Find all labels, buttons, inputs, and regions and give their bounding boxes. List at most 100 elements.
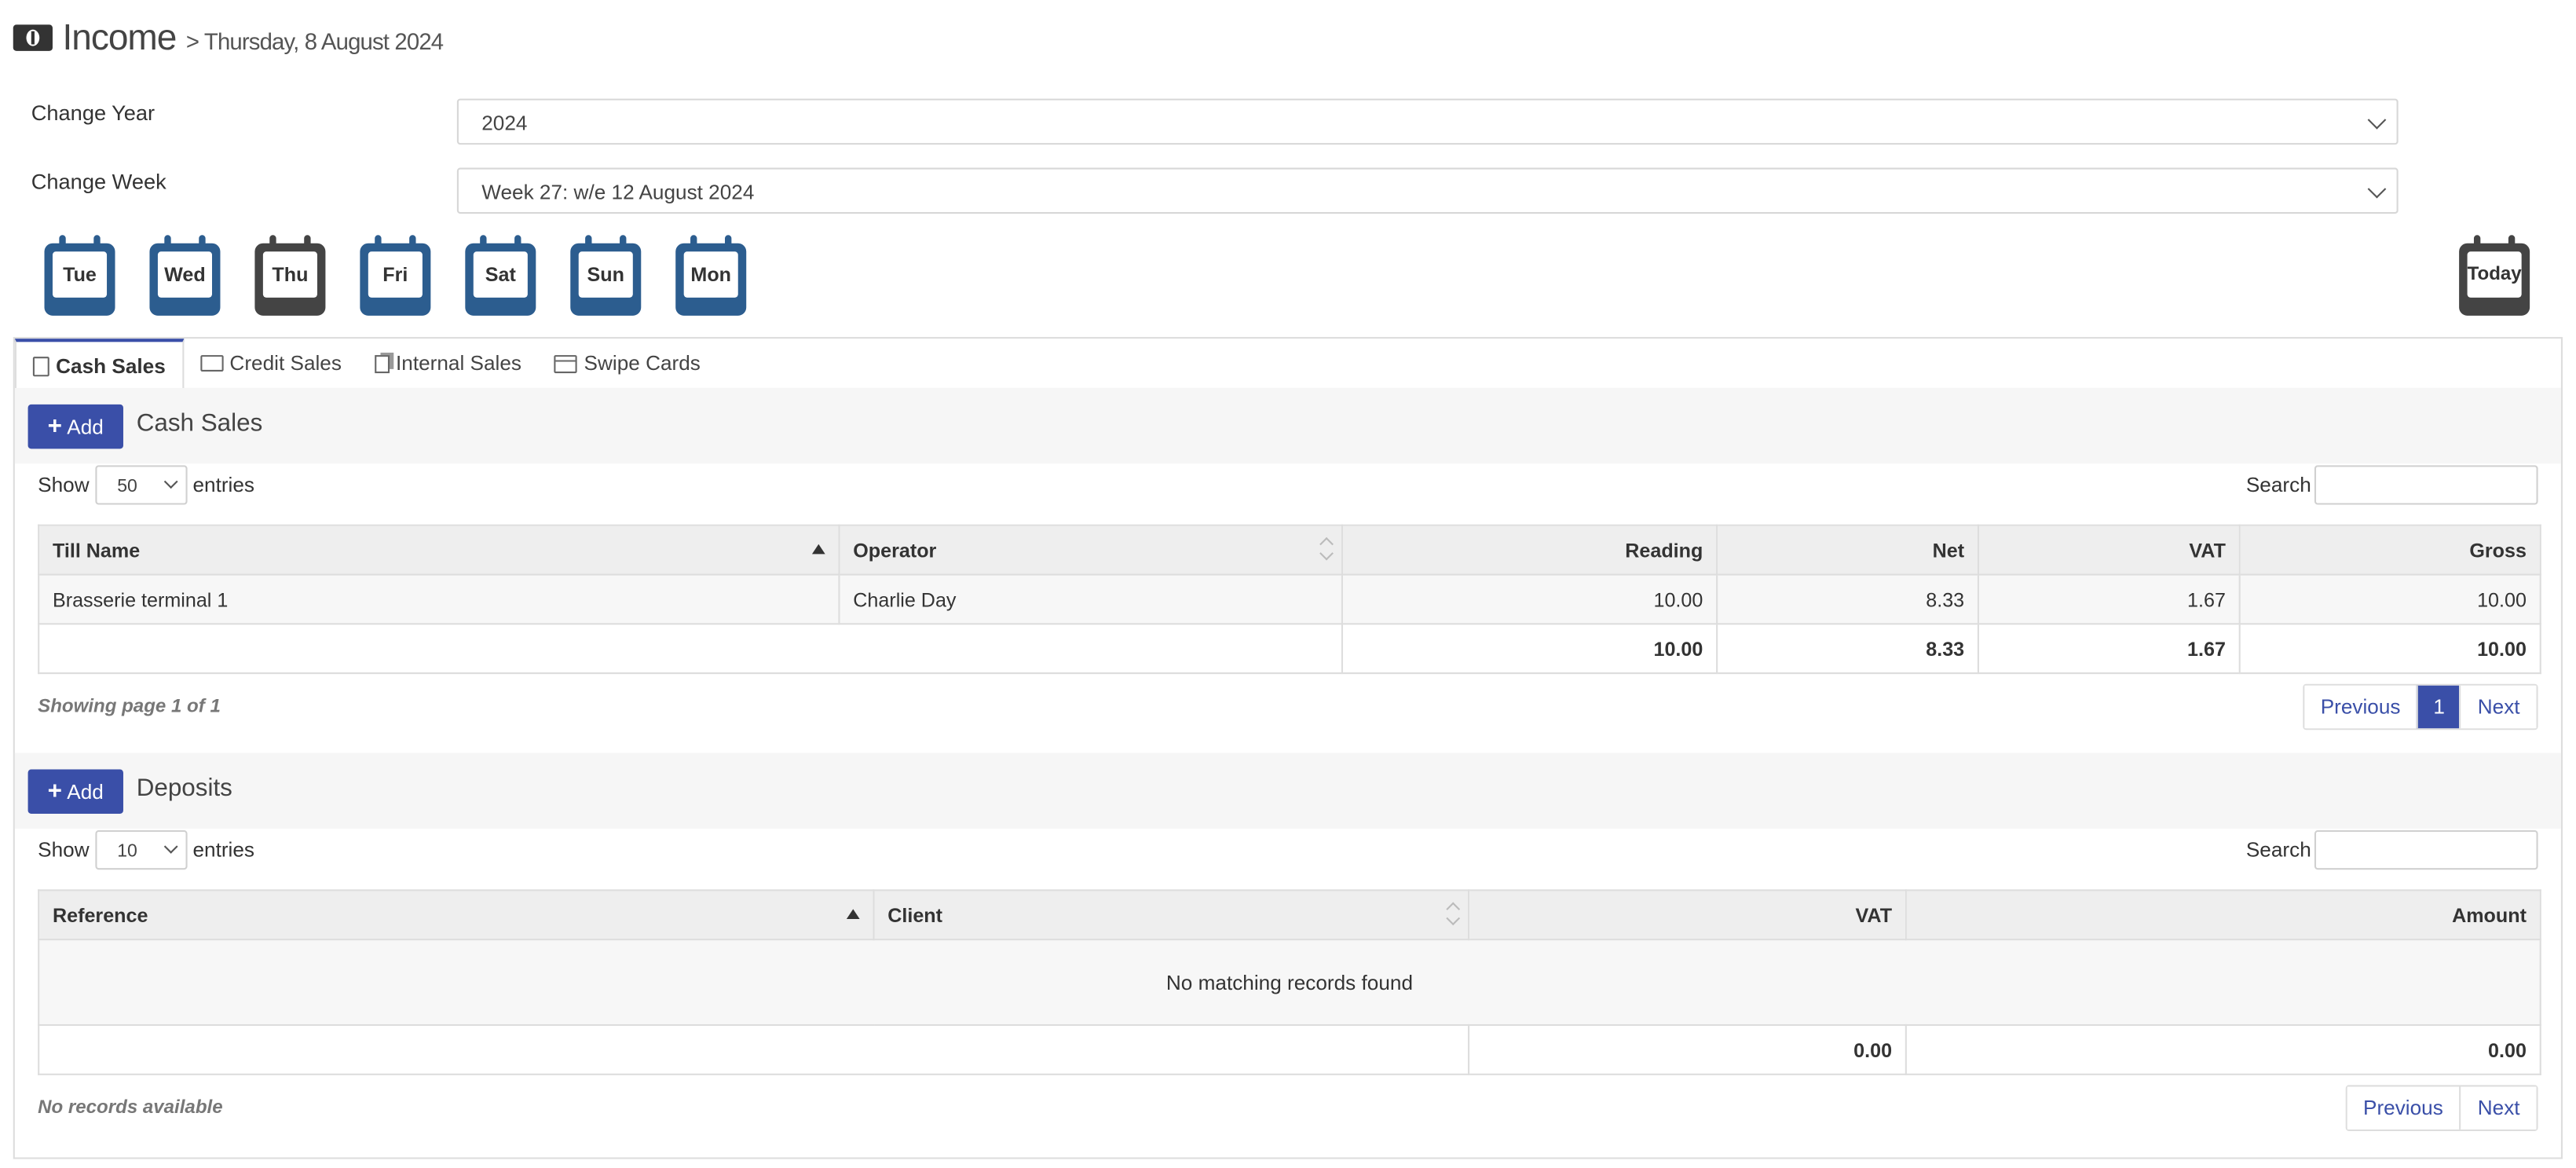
chevron-down-icon [164,474,179,489]
day-wed-button[interactable]: Wed [149,235,221,316]
cash-sales-search: Search [2245,465,2538,505]
week-label: Change Week [31,169,166,194]
column-reference[interactable]: Reference [38,889,875,941]
day-label: Thu [262,251,317,298]
today-label: Today [2467,251,2522,298]
table-header-row: Till Name Operator Reading Net VAT Gross [38,524,2541,576]
day-label: Sat [473,251,528,298]
tab-swipe-cards[interactable]: Swipe Cards [538,339,717,388]
day-selector: Tue Wed Thu Fri Sat Sun Mon [44,235,747,316]
chevron-down-icon [2367,179,2387,199]
column-reading[interactable]: Reading [1341,524,1718,576]
next-page-button[interactable]: Next [2459,685,2537,729]
deposits-info: No records available [38,1098,223,1119]
tab-label: Credit Sales [229,351,342,375]
plus-icon: + [47,777,63,806]
day-thu-button[interactable]: Thu [254,235,326,316]
entries-label: entries [192,473,255,497]
empty-message: No matching records found [38,939,2541,1027]
sort-ascending-icon [846,909,860,919]
day-mon-button[interactable]: Mon [675,235,747,316]
totals-spacer [38,1023,1470,1075]
sort-ascending-icon [811,544,825,555]
column-client[interactable]: Client [873,889,1470,941]
deposits-table: Reference Client VAT Amount No matching … [38,889,2541,1075]
cell-gross: 10.00 [2238,573,2541,625]
day-tue-button[interactable]: Tue [44,235,115,316]
year-select[interactable]: 2024 [456,98,2399,145]
page-length-select[interactable]: 50 [95,465,188,505]
cash-sales-header: + Add Cash Sales [14,387,2561,464]
deposits-length: Show 10 entries [38,829,255,870]
page-title: Income [62,16,177,58]
year-label: Change Year [31,100,156,126]
day-sun-button[interactable]: Sun [570,235,642,316]
copy-icon [374,354,390,373]
previous-page-button[interactable]: Previous [2303,685,2417,729]
cell-operator: Charlie Day [838,573,1343,625]
deposits-header: + Add Deposits [14,752,2561,829]
total-net: 8.33 [1716,623,1979,675]
column-operator[interactable]: Operator [838,524,1343,576]
page-date: > Thursday, 8 August 2024 [185,27,444,55]
money-icon [199,355,224,372]
money-icon [13,24,53,51]
search-label: Search [2245,838,2311,862]
card-icon [554,354,578,373]
total-vat: 1.67 [1977,623,2241,675]
deposits-search: Search [2245,829,2538,870]
page-length-value: 10 [117,841,137,862]
sort-icon [1446,902,1461,917]
income-panel: Cash Sales Credit Sales Internal Sales S… [13,337,2563,1159]
tab-bar: Cash Sales Credit Sales Internal Sales S… [14,339,2561,390]
totals-spacer [38,623,1343,675]
cash-sales-table: Till Name Operator Reading Net VAT Gross… [38,524,2541,675]
table-totals-row: 0.00 0.00 [38,1023,2541,1075]
cash-sales-info: Showing page 1 of 1 [38,697,221,717]
column-till-name[interactable]: Till Name [38,524,840,576]
search-input[interactable] [2314,829,2538,870]
tab-label: Cash Sales [56,354,166,378]
table-totals-row: 10.00 8.33 1.67 10.00 [38,623,2541,675]
week-value: Week 27: w/e 12 August 2024 [481,181,755,204]
day-label: Wed [157,251,212,298]
day-sat-button[interactable]: Sat [465,235,536,316]
column-vat[interactable]: VAT [1977,524,2241,576]
total-gross: 10.00 [2238,623,2541,675]
entries-label: entries [192,838,255,862]
column-amount[interactable]: Amount [1905,889,2541,941]
tab-cash-sales[interactable]: Cash Sales [14,339,184,390]
total-amount: 0.00 [1905,1023,2541,1075]
search-input[interactable] [2314,465,2538,505]
page-length-select[interactable]: 10 [95,829,188,870]
next-page-button[interactable]: Next [2459,1086,2537,1130]
day-label: Tue [52,251,108,298]
column-gross[interactable]: Gross [2238,524,2541,576]
cell-net: 8.33 [1716,573,1979,625]
tab-label: Internal Sales [396,351,522,375]
page-header: Income > Thursday, 8 August 2024 [13,16,444,59]
day-label: Mon [683,251,738,298]
add-cash-sale-button[interactable]: + Add [27,404,123,449]
cash-sales-title: Cash Sales [136,409,263,438]
empty-row: No matching records found [38,939,2541,1027]
search-label: Search [2245,473,2311,497]
document-icon [32,356,49,376]
page-1-button[interactable]: 1 [2417,685,2460,729]
sort-icon [1319,536,1334,551]
table-row[interactable]: Brasserie terminal 1 Charlie Day 10.00 8… [38,573,2541,625]
week-select[interactable]: Week 27: w/e 12 August 2024 [456,167,2399,214]
column-net[interactable]: Net [1716,524,1979,576]
column-vat[interactable]: VAT [1468,889,1907,941]
previous-page-button[interactable]: Previous [2347,1086,2460,1130]
add-deposit-button[interactable]: + Add [27,769,123,815]
tab-internal-sales[interactable]: Internal Sales [358,339,538,388]
day-fri-button[interactable]: Fri [360,235,431,316]
add-label: Add [67,780,104,804]
cell-vat: 1.67 [1977,573,2241,625]
add-label: Add [67,415,104,438]
today-button[interactable]: Today [2459,235,2530,316]
cell-till-name: Brasserie terminal 1 [38,573,840,625]
tab-credit-sales[interactable]: Credit Sales [184,339,358,388]
deposits-pagination: Previous Next [2344,1085,2538,1131]
